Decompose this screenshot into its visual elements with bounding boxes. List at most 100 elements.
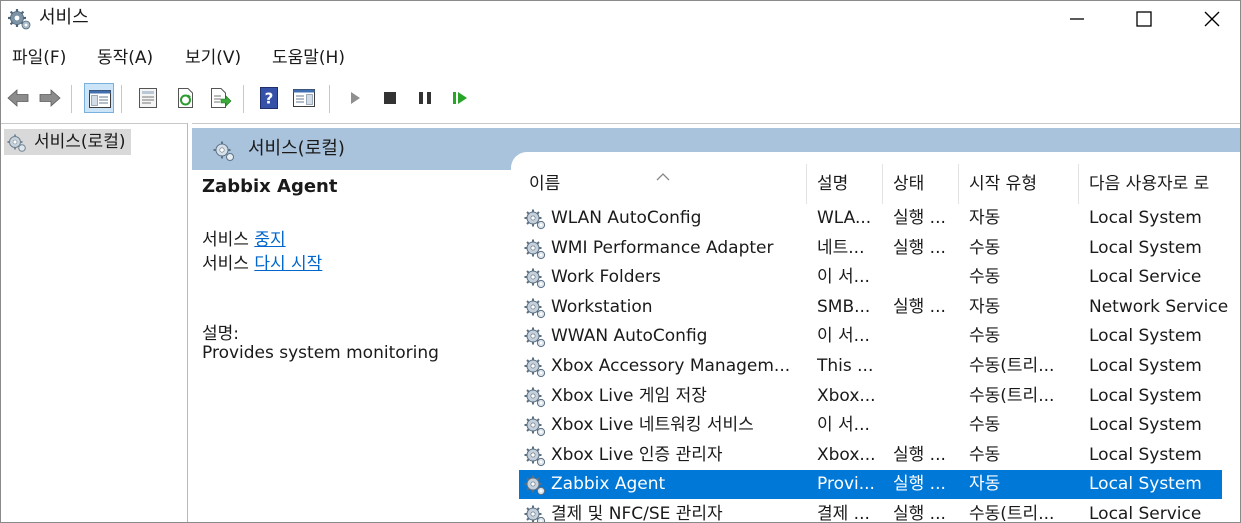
service-log-on-as: Local System [1089,356,1202,376]
back-button[interactable] [3,83,33,113]
menu-file[interactable]: 파일(F) [10,44,68,72]
table-row[interactable]: WLAN AutoConfig WLA... 실행 ... 자동 Local S… [519,204,1222,233]
service-name: Xbox Live 게임 저장 [551,385,707,406]
selected-service-name: Zabbix Agent [202,176,338,197]
toolbar: ? [1,79,1240,119]
service-log-on-as: Local System [1089,415,1202,436]
stop-icon [384,92,396,104]
sort-ascending-icon [656,166,670,187]
service-description: 이 서... [817,267,870,288]
restart-service-line: 서비스 다시 시작 [202,249,322,274]
toolbar-separator [329,85,330,113]
service-description: 이 서... [817,415,870,436]
service-description: Xbox... [817,444,876,465]
service-name: WLAN AutoConfig [551,208,702,228]
column-header-description[interactable]: 설명 [807,164,883,204]
stop-service-link[interactable]: 중지 [254,230,285,250]
description-text: Provides system monitoring [202,343,439,363]
table-row[interactable]: Xbox Live 네트워킹 서비스 이 서... 수동 Local Syste… [519,411,1222,440]
service-name: Zabbix Agent [551,474,666,495]
service-startup-type: 자동 [969,474,1001,495]
column-header-startup-type[interactable]: 시작 유형 [959,164,1079,204]
title-bar[interactable]: 서비스 [1,1,1240,37]
services-list: 이름 설명 상태 시작 유형 다음 사용자로 로 WLAN AutoConfig… [519,164,1240,523]
pause-service-button[interactable] [410,83,440,113]
toolbar-separator [121,85,122,113]
menu-action[interactable]: 동작(A) [95,44,155,72]
service-gear-icon [523,503,547,522]
console-tree-icon [89,90,111,108]
refresh-icon [178,88,193,108]
forward-button[interactable] [35,83,65,113]
services-window: 서비스 파일(F) 동작(A) 보기(V) 도움말(H) ? 서비스(로컬) 서… [0,0,1241,523]
column-header-log-on-as[interactable]: 다음 사용자로 로 [1079,164,1240,204]
service-startup-type: 수동(트리... [969,504,1055,523]
service-startup-type: 자동 [969,296,1001,317]
restart-icon [453,92,467,104]
service-name: WMI Performance Adapter [551,237,774,258]
export-list-icon [211,88,232,108]
minimize-button[interactable] [1046,1,1108,37]
table-row[interactable]: Zabbix Agent Provi... 실행 ... 자동 Local Sy… [519,470,1222,500]
maximize-icon [1136,11,1152,27]
maximize-button[interactable] [1113,1,1175,37]
close-button[interactable] [1181,1,1240,37]
restart-service-link[interactable]: 다시 시작 [254,254,322,274]
table-row[interactable]: Xbox Accessory Managem... This ... 수동(트리… [519,352,1222,381]
service-name: Xbox Live 인증 관리자 [551,444,723,465]
svg-text:?: ? [265,90,274,108]
service-status: 실행 ... [893,504,946,523]
service-startup-type: 수동 [969,326,1001,347]
service-status: 실행 ... [893,237,946,258]
pause-icon [419,92,431,104]
start-service-button[interactable] [340,83,370,113]
column-header-label: 다음 사용자로 로 [1089,174,1210,194]
show-hide-console-tree-button[interactable] [84,83,114,113]
service-name: 결제 및 NFC/SE 관리자 [551,504,723,523]
close-icon [1204,11,1220,27]
show-action-pane-button[interactable] [289,83,319,113]
service-log-on-as: Local Service [1089,267,1202,288]
properties-button[interactable] [133,83,163,113]
tree-item-label: 서비스(로컬) [34,132,126,152]
menu-help[interactable]: 도움말(H) [270,44,347,72]
service-startup-type: 수동(트리... [969,356,1055,376]
column-header-status[interactable]: 상태 [883,164,959,204]
services-gear-icon [213,141,234,161]
service-name: Work Folders [551,267,661,288]
service-name: WWAN AutoConfig [551,326,708,347]
console-tree: 서비스(로컬) [1,123,188,522]
table-row[interactable]: Xbox Live 게임 저장 Xbox... 수동(트리... Local S… [519,382,1222,411]
service-startup-type: 수동 [969,267,1001,288]
export-list-button[interactable] [205,83,235,113]
service-log-on-as: Local System [1089,237,1202,258]
service-startup-type: 수동 [969,237,1001,258]
menu-view[interactable]: 보기(V) [183,44,243,72]
service-name: Xbox Live 네트워킹 서비스 [551,415,754,436]
table-row[interactable]: WMI Performance Adapter 네트... 실행 ... 수동 … [519,234,1222,263]
service-description: 네트... [817,237,865,258]
service-description: 이 서... [817,326,870,347]
refresh-button[interactable] [170,83,200,113]
restart-service-button[interactable] [445,83,475,113]
service-log-on-as: Local System [1089,474,1202,495]
column-header-label: 설명 [817,174,849,194]
table-row[interactable]: 결제 및 NFC/SE 관리자 결제 ... 실행 ... 수동(트리... L… [519,500,1222,523]
menu-bar: 파일(F) 동작(A) 보기(V) 도움말(H) [1,44,1240,74]
help-button[interactable]: ? [254,83,284,113]
column-header-label: 이름 [529,174,561,194]
table-row[interactable]: Workstation SMB... 실행 ... 자동 Network Ser… [519,293,1228,322]
service-startup-type: 수동(트리... [969,385,1055,406]
services-pane: 서비스(로컬) Zabbix Agent 서비스 중지 서비스 다시 시작 설명… [192,123,1240,523]
window-title: 서비스 [39,7,89,28]
service-status: 실행 ... [893,208,946,228]
table-row[interactable]: Work Folders 이 서... 수동 Local Service [519,263,1222,292]
tree-item-services-local[interactable]: 서비스(로컬) [4,129,132,155]
toolbar-separator [71,85,72,113]
service-startup-type: 수동 [969,415,1001,436]
stop-service-button[interactable] [375,83,405,113]
table-row[interactable]: WWAN AutoConfig 이 서... 수동 Local System [519,322,1222,351]
table-row[interactable]: Xbox Live 인증 관리자 Xbox... 실행 ... 수동 Local… [519,441,1222,470]
service-log-on-as: Local System [1089,385,1202,406]
service-description: 결제 ... [817,504,870,523]
